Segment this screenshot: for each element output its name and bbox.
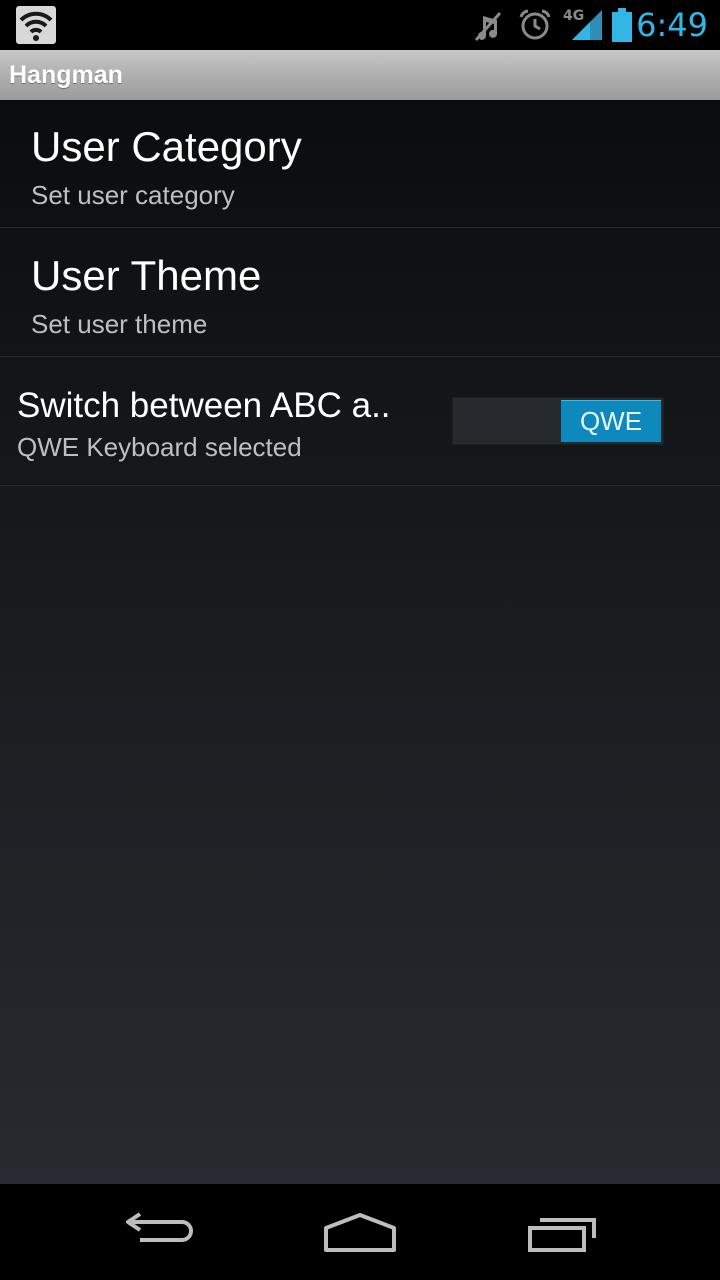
back-icon xyxy=(126,1212,193,1242)
keyboard-toggle-switch[interactable]: QWE xyxy=(452,397,664,445)
home-icon xyxy=(324,1213,396,1252)
screen: 4G 6:49 Hangman User Category Set user c… xyxy=(0,0,720,1280)
navigation-bar xyxy=(0,1184,720,1280)
title-bar: Hangman xyxy=(0,50,720,100)
recent-apps-button[interactable] xyxy=(492,1184,632,1280)
alarm-icon xyxy=(519,9,551,40)
pref-summary: Set user theme xyxy=(31,309,208,339)
pref-summary: Set user category xyxy=(31,180,235,210)
preferences-list: User Category Set user category User The… xyxy=(0,100,720,1184)
signal-icon xyxy=(572,10,602,40)
home-button[interactable] xyxy=(290,1184,430,1280)
pref-summary: QWE Keyboard selected xyxy=(17,432,302,462)
recent-apps-icon xyxy=(528,1218,596,1252)
pref-title: User Theme xyxy=(31,252,262,299)
status-time: 6:49 xyxy=(636,6,708,44)
pref-keyboard-switch[interactable]: Switch between ABC a.. QWE Keyboard sele… xyxy=(0,358,720,486)
pref-title: User Category xyxy=(31,123,302,170)
pref-user-theme[interactable]: User Theme Set user theme xyxy=(0,229,720,357)
app-title: Hangman xyxy=(9,61,123,89)
wifi-icon xyxy=(16,6,56,44)
pref-title: Switch between ABC a.. xyxy=(17,386,391,425)
status-bar: 4G 6:49 xyxy=(0,0,720,50)
back-button[interactable] xyxy=(90,1184,230,1280)
toggle-thumb[interactable]: QWE xyxy=(561,400,661,442)
pref-user-category[interactable]: User Category Set user category xyxy=(0,100,720,228)
battery-icon xyxy=(612,8,632,42)
mute-icon xyxy=(474,12,502,41)
